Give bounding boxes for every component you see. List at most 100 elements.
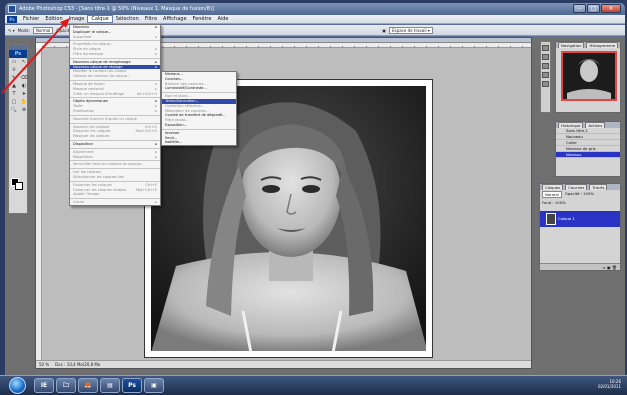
window-taskbar-icon[interactable]: ▣ [144, 378, 164, 393]
background-color-swatch[interactable] [15, 182, 23, 190]
tab-actions[interactable]: Actions [585, 122, 606, 128]
menu-calque[interactable]: Calque [87, 15, 113, 23]
tab-channels[interactable]: Couches [565, 184, 588, 190]
maximize-button[interactable]: □ [587, 4, 600, 13]
layer-menu-item-shortcut: Maj+Ctrl+G [135, 129, 157, 134]
new-layer-icon[interactable]: ▣ [607, 265, 611, 270]
layer-menu-item: Options de contenu de calque... [70, 74, 160, 79]
right-panel-dock: Navigation Histogramme Historique Action… [539, 41, 621, 271]
link-layers-icon[interactable]: ∞ [602, 265, 605, 270]
layer-menu-item[interactable]: Disposition ▸ [70, 142, 160, 147]
zoom-level[interactable]: 50 % [39, 361, 49, 368]
adjustment-menu-item[interactable]: Luminosité/Contraste... [162, 86, 236, 91]
adjustment-menu-item-label: Luminosité/Contraste... [165, 86, 207, 91]
clone-source-panel-icon[interactable] [542, 54, 549, 60]
menu-image[interactable]: Image [66, 16, 88, 22]
layer-menu-item: Supprimer ▸ [70, 35, 160, 40]
menu-fichier[interactable]: Fichier [20, 16, 42, 22]
ie-icon[interactable]: IE [34, 378, 54, 393]
shape-tool-icon[interactable]: □ [10, 99, 18, 106]
layer-menu-item: Cache ▸ [70, 200, 160, 205]
submenu-arrow-icon: ▸ [155, 154, 157, 159]
brush-tool-icon[interactable]: ✎ ▾ [8, 28, 15, 33]
title-bar[interactable]: Adobe Photoshop CS3 - [Sans titre-1 @ 50… [5, 3, 625, 15]
type-tool-icon[interactable]: T [10, 91, 18, 98]
menu-selection[interactable]: Sélection [113, 16, 142, 22]
menu-aide[interactable]: Aide [214, 16, 231, 22]
delete-layer-icon[interactable]: 🗑 [612, 265, 617, 270]
layer-name[interactable]: Calque 1 [558, 216, 575, 221]
move-tool-icon[interactable]: ↖ [20, 59, 28, 66]
tool-grid: ▭ ↖ ⌾ ✂ ✎ ⌫ ▲ ◐ T ➤ □ ✋ 🔍 ⊕ [9, 58, 28, 115]
menu-fenetre[interactable]: Fenêtre [190, 16, 215, 22]
status-bar: 50 % Doc : 10,4 Mo/20,8 Mo [36, 360, 531, 368]
submenu-arrow-icon: ▸ [155, 25, 157, 29]
paragraph-panel-icon[interactable] [542, 81, 549, 87]
explorer-icon[interactable]: 🗀 [56, 378, 76, 393]
layer-fill[interactable]: Fond : 100% [540, 199, 620, 206]
blend-mode-select[interactable]: Normal [542, 191, 562, 198]
brushes-panel-icon[interactable] [542, 45, 549, 51]
navigator-preview-image [563, 53, 615, 99]
eyedropper-tool-icon[interactable]: ⊕ [20, 107, 28, 114]
document-info[interactable]: Doc : 10,4 Mo/20,8 Mo [55, 361, 100, 368]
layer-menu-item: Créer un masque d'écrêtage Alt+Ctrl+G [70, 92, 160, 97]
app-icon [8, 5, 16, 13]
marquee-tool-icon[interactable]: ▭ [10, 59, 18, 66]
workspace-select[interactable]: Espace de travail ▾ [389, 26, 433, 34]
tab-navigation[interactable]: Navigation [558, 42, 585, 48]
toolbox-ps-logo: Ps [9, 50, 27, 58]
layer-menu-item: Filtre dynamique ▸ [70, 52, 160, 57]
path-select-tool-icon[interactable]: ➤ [20, 91, 28, 98]
layer-menu-item-label: Sélectionner les calques liés [73, 174, 124, 179]
window-title: Adobe Photoshop CS3 - [Sans titre-1 @ 50… [19, 6, 214, 12]
history-item-selected[interactable]: Niveaux [556, 152, 620, 158]
layer-menu-item: Pixellisation ▸ [70, 109, 160, 114]
photoshop-window: Adobe Photoshop CS3 - [Sans titre-1 @ 50… [5, 3, 625, 375]
eraser-tool-icon[interactable]: ⌫ [20, 75, 28, 82]
layer-row-selected[interactable]: Calque 1 [540, 211, 620, 227]
mode-select[interactable]: Normal [32, 26, 54, 34]
system-tray-clock[interactable]: 10:26 02/01/2011 [598, 379, 621, 389]
navigator-thumbnail[interactable] [561, 51, 617, 101]
layer-menu-item-label: Verrouiller tous les calques du groupe..… [73, 162, 145, 167]
submenu-arrow-icon: ▸ [155, 34, 157, 39]
layer-menu-item: Sélectionner les calques liés [70, 175, 160, 180]
adjustment-menu-item-label: Exposition... [165, 122, 188, 127]
start-button[interactable] [9, 377, 26, 394]
layer-menu-item: Verrouiller tous les calques du groupe..… [70, 162, 160, 167]
history-panel: Historique Actions Sans titre-1 Nouveau … [555, 121, 621, 177]
ps-badge: Ps [7, 15, 17, 23]
brush-tool-icon[interactable]: ✎ [10, 75, 18, 82]
adjustment-menu-item[interactable]: Exposition... [162, 123, 236, 128]
menu-filtre[interactable]: Filtre [142, 16, 160, 22]
firefox-icon[interactable]: 🦊 [78, 378, 98, 393]
dodge-tool-icon[interactable]: ◐ [20, 83, 28, 90]
submenu-arrow-icon: ▸ [155, 108, 157, 113]
zoom-tool-icon[interactable]: 🔍 [10, 107, 18, 114]
close-button[interactable]: × [601, 4, 621, 13]
toolbox: Ps ▭ ↖ ⌾ ✂ ✎ ⌫ ▲ ◐ T ➤ □ ✋ 🔍 ⊕ [8, 44, 28, 214]
bridge-icon[interactable]: ▣ [382, 28, 386, 33]
photoshop-taskbar-icon[interactable]: Ps [122, 378, 142, 393]
character-panel-icon[interactable] [542, 72, 549, 78]
sharpen-tool-icon[interactable]: ▲ [10, 83, 18, 90]
tool-presets-panel-icon[interactable] [542, 63, 549, 69]
crop-tool-icon[interactable]: ✂ [20, 67, 28, 74]
hand-tool-icon[interactable]: ✋ [20, 99, 28, 106]
menu-edition[interactable]: Edition [42, 16, 65, 22]
minimize-button[interactable]: – [573, 4, 586, 13]
tab-paths[interactable]: Tracés [589, 184, 608, 190]
layer-menu-item-label: Cache [73, 200, 85, 205]
adjustment-menu-item[interactable]: Isohélie... [162, 140, 236, 145]
tab-layers[interactable]: Calques [542, 184, 564, 190]
tab-histogram[interactable]: Histogramme [586, 42, 619, 48]
menu-affichage[interactable]: Affichage [160, 16, 190, 22]
layer-menu-item-shortcut: Maj+Ctrl+E [136, 187, 157, 192]
navigator-tabs: Navigation Histogramme [556, 42, 620, 48]
lasso-tool-icon[interactable]: ⌾ [10, 67, 18, 74]
media-icon[interactable]: ▤ [100, 378, 120, 393]
layer-opacity[interactable]: Opacité : 100% [565, 191, 594, 198]
layer-menu-item-label: Nouvelle tranche d'après un calque [73, 116, 137, 121]
layers-panel-footer: ∞ ▣ 🗑 [540, 263, 620, 270]
